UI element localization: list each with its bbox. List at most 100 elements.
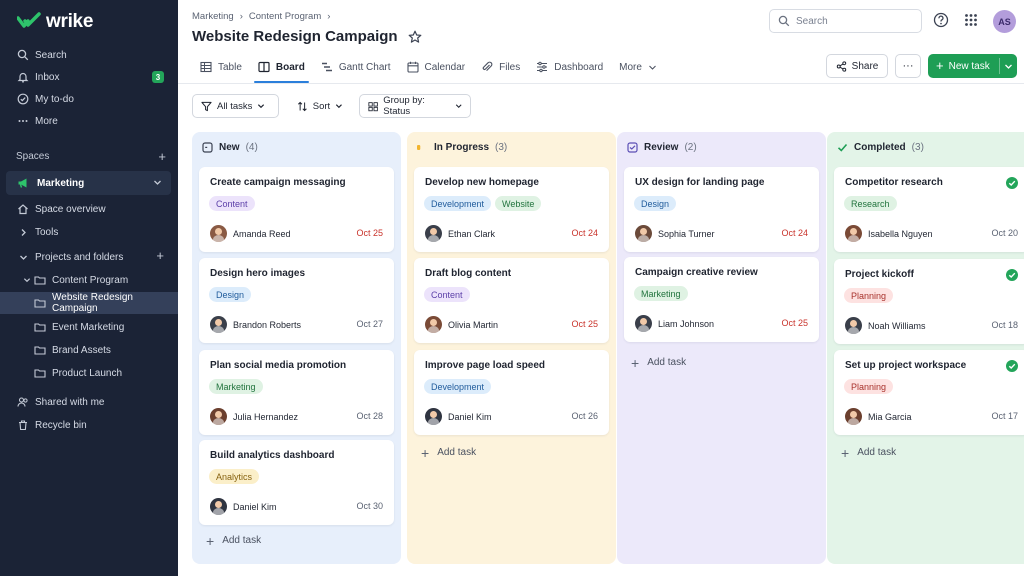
tab-gantt-chart[interactable]: Gantt Chart (313, 56, 399, 78)
task-card[interactable]: Set up project workspace Planning Mia Garc… (834, 350, 1024, 435)
sidebar-item-event-marketing[interactable]: Event Marketing (0, 316, 178, 338)
task-card[interactable]: Create campaign messaging Content Amanda R… (199, 167, 394, 252)
task-assignee[interactable]: Daniel Kim (425, 408, 492, 425)
search-input[interactable]: Search (769, 9, 922, 33)
task-title[interactable]: Project kickoff (845, 269, 914, 280)
task-title[interactable]: Develop new homepage (425, 177, 539, 188)
task-title[interactable]: Campaign creative review (635, 267, 758, 278)
task-tag[interactable]: Development (424, 196, 492, 211)
breadcrumb-item[interactable]: Content Program (249, 11, 321, 22)
task-assignee[interactable]: Julia Hernandez (210, 408, 298, 425)
add-task-button[interactable]: + Add task (631, 356, 686, 370)
completed-check-icon[interactable] (1006, 177, 1018, 189)
tab-board[interactable]: Board (250, 56, 313, 83)
sidebar-item-brand-assets[interactable]: Brand Assets (0, 339, 178, 361)
sidebar-item-projects-and-folders[interactable]: Projects and folders + (0, 246, 178, 268)
add-task-button[interactable]: + Add task (421, 446, 476, 460)
task-assignee[interactable]: Amanda Reed (210, 225, 291, 242)
task-card[interactable]: UX design for landing page Design Sophia T… (624, 167, 819, 252)
sidebar-item-space-overview[interactable]: Space overview (0, 198, 178, 220)
column-header[interactable]: New (4) (202, 142, 258, 153)
tab-files[interactable]: Files (473, 56, 528, 78)
task-tag[interactable]: Website (495, 196, 542, 211)
group-by-button[interactable]: Group by: Status (359, 94, 471, 118)
add-task-button[interactable]: + Add task (206, 534, 261, 548)
sidebar-item-more[interactable]: More (0, 110, 178, 132)
task-tag[interactable]: Design (209, 287, 252, 302)
sidebar-item-search[interactable]: Search (0, 44, 178, 66)
task-tag[interactable]: Design (634, 196, 677, 211)
task-card[interactable]: Plan social media promotion Marketing Juli… (199, 350, 394, 435)
task-title[interactable]: Create campaign messaging (210, 177, 346, 188)
add-project-icon[interactable]: + (156, 249, 164, 262)
sidebar-item-content-program[interactable]: Content Program (0, 269, 178, 291)
task-assignee[interactable]: Mia Garcia (845, 408, 912, 425)
task-tag[interactable]: Content (424, 287, 470, 302)
task-card[interactable]: Project kickoff Planning Noah Williams Oct … (834, 259, 1024, 344)
task-title[interactable]: Plan social media promotion (210, 360, 346, 371)
more-actions-button[interactable]: ··· (895, 54, 921, 78)
task-title[interactable]: Draft blog content (425, 268, 511, 279)
user-avatar[interactable]: AS (993, 10, 1016, 33)
task-card[interactable]: Design hero images Design Brandon Roberts O… (199, 258, 394, 343)
task-tag[interactable]: Content (209, 196, 255, 211)
sidebar-item-tools[interactable]: Tools (0, 221, 178, 243)
add-task-button[interactable]: + Add task (841, 446, 896, 460)
task-card[interactable]: Draft blog content Content Olivia Martin Oc… (414, 258, 609, 343)
task-assignee[interactable]: Daniel Kim (210, 498, 277, 515)
share-button[interactable]: Share (826, 54, 888, 78)
task-tag[interactable]: Planning (844, 288, 894, 303)
task-tag[interactable]: Analytics (209, 469, 260, 484)
breadcrumb-item[interactable]: Marketing (192, 11, 234, 22)
sidebar-item-shared-with-me[interactable]: Shared with me (0, 391, 178, 413)
task-tag[interactable]: Planning (844, 379, 894, 394)
sort-button[interactable]: Sort (289, 94, 351, 118)
new-task-button[interactable]: + New task (928, 54, 1017, 78)
column-header[interactable]: Review (2) (627, 142, 697, 153)
app-logo[interactable]: wrike (17, 11, 93, 33)
chevron-down-icon[interactable] (1004, 62, 1013, 71)
chevron-down-icon (258, 104, 265, 109)
task-title[interactable]: Build analytics dashboard (210, 450, 334, 461)
task-title[interactable]: UX design for landing page (635, 177, 764, 188)
task-assignee[interactable]: Isabella Nguyen (845, 225, 933, 242)
task-card[interactable]: Competitor research Research Isabella Nguy… (834, 167, 1024, 252)
task-card[interactable]: Build analytics dashboard Analytics Daniel… (199, 440, 394, 525)
sidebar-item-inbox[interactable]: Inbox 3 (0, 66, 178, 88)
task-tag[interactable]: Development (424, 379, 492, 394)
sidebar-item-my-todo[interactable]: My to-do (0, 88, 178, 110)
sidebar-item-product-launch[interactable]: Product Launch (0, 362, 178, 384)
task-assignee[interactable]: Liam Johnson (635, 315, 714, 332)
apps-grid-icon[interactable] (963, 12, 979, 28)
task-title[interactable]: Competitor research (845, 177, 943, 188)
task-tag[interactable]: Marketing (209, 379, 263, 394)
tab-calendar[interactable]: Calendar (399, 56, 474, 78)
tab-table[interactable]: Table (192, 56, 250, 78)
task-assignee[interactable]: Ethan Clark (425, 225, 495, 242)
tab-dashboard[interactable]: Dashboard (528, 56, 611, 78)
task-title[interactable]: Improve page load speed (425, 360, 545, 371)
help-icon[interactable] (933, 12, 949, 28)
task-title[interactable]: Design hero images (210, 268, 305, 279)
add-space-icon[interactable]: + (158, 150, 166, 163)
task-card[interactable]: Campaign creative review Marketing Liam Jo… (624, 257, 819, 342)
task-assignee[interactable]: Olivia Martin (425, 316, 498, 333)
task-assignee[interactable]: Noah Williams (845, 317, 926, 334)
task-card[interactable]: Improve page load speed Development Daniel… (414, 350, 609, 435)
sidebar-item-website-redesign-campaign[interactable]: Website Redesign Campaign (0, 292, 178, 314)
all-tasks-filter[interactable]: All tasks (192, 94, 279, 118)
task-card[interactable]: Develop new homepage Development Website Et… (414, 167, 609, 252)
space-selector-marketing[interactable]: Marketing (6, 171, 171, 195)
task-assignee[interactable]: Sophia Turner (635, 225, 715, 242)
star-icon[interactable] (408, 30, 422, 44)
column-header[interactable]: Completed (3) (837, 142, 924, 153)
task-title[interactable]: Set up project workspace (845, 360, 966, 371)
column-header[interactable]: In Progress (3) (417, 142, 507, 153)
tab-more[interactable]: More (611, 56, 665, 78)
task-tag[interactable]: Research (844, 196, 897, 211)
task-tag[interactable]: Marketing (634, 286, 688, 301)
completed-check-icon[interactable] (1006, 269, 1018, 281)
completed-check-icon[interactable] (1006, 360, 1018, 372)
task-assignee[interactable]: Brandon Roberts (210, 316, 301, 333)
sidebar-item-recycle-bin[interactable]: Recycle bin (0, 414, 178, 436)
